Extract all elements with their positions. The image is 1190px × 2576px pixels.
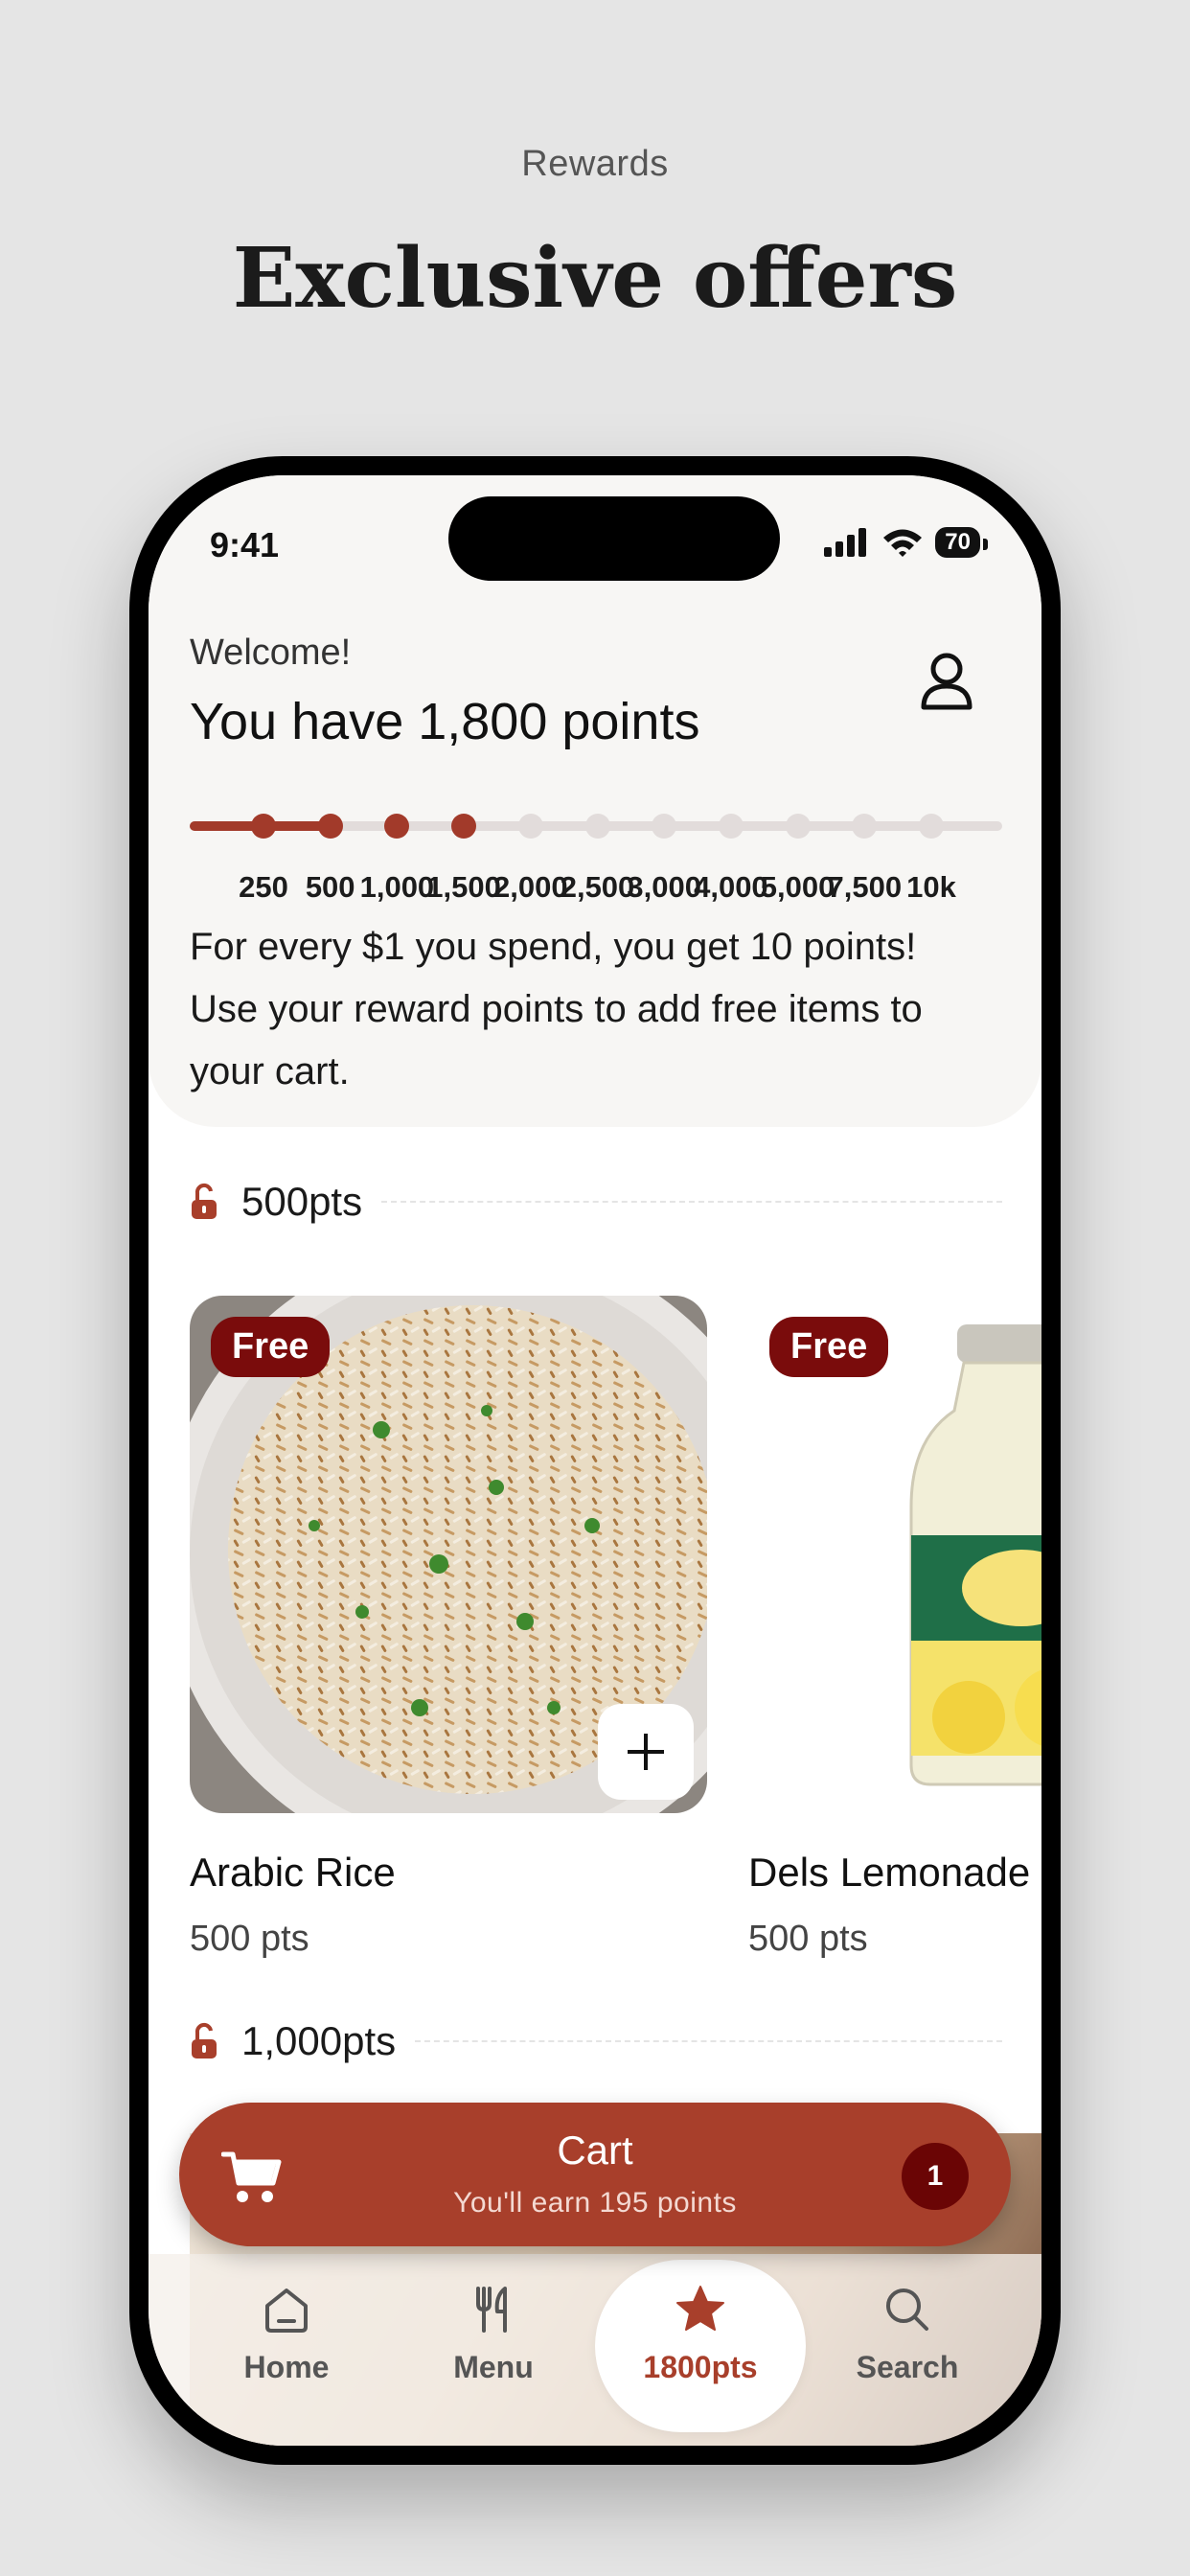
milestone-label: 2,000 <box>493 870 568 904</box>
tier-divider <box>381 1201 1002 1203</box>
tab-home[interactable]: Home <box>183 2254 390 2385</box>
tab-search[interactable]: Search <box>804 2254 1011 2385</box>
milestone-dot <box>317 814 343 839</box>
page-eyebrow: Rewards <box>521 144 669 184</box>
tier-header-1000: 1,000pts <box>190 2012 1002 2070</box>
tier-header-500: 500pts <box>190 1173 1002 1230</box>
cart-count-badge: 1 <box>902 2143 969 2210</box>
status-icons: 70 <box>824 527 988 558</box>
fork-knife-icon <box>476 2287 507 2333</box>
product-price: 500 pts <box>748 1919 868 1959</box>
profile-icon[interactable] <box>918 650 975 711</box>
signal-icon <box>824 528 867 557</box>
cart-button[interactable]: Cart You'll earn 195 points 1 <box>179 2103 1011 2246</box>
tab-label: Home <box>243 2350 330 2384</box>
tier-divider <box>415 2040 1002 2042</box>
product-card-dels-lemonade[interactable]: Free Dels Lemonade 500 pts <box>748 1296 1041 1960</box>
product-card-arabic-rice[interactable]: Free Arabic Rice 500 pts <box>190 1296 707 1960</box>
product-name: Arabic Rice <box>190 1850 396 1895</box>
free-badge: Free <box>211 1317 331 1377</box>
tab-label: 1800pts <box>643 2350 758 2384</box>
milestone-dot <box>718 814 744 839</box>
wifi-icon <box>883 529 923 557</box>
unlock-icon <box>192 2022 217 2058</box>
tab-menu[interactable]: Menu <box>390 2254 597 2385</box>
milestone-label: 500 <box>305 870 355 904</box>
tab-rewards[interactable]: 1800pts <box>597 2254 804 2385</box>
bottom-tab-bar: Home Menu 1800pts Search <box>149 2254 1041 2446</box>
product-name: Dels Lemonade <box>748 1850 1031 1895</box>
dynamic-island <box>448 496 780 581</box>
tab-label: Menu <box>453 2350 534 2384</box>
milestone-label: 4,000 <box>694 870 768 904</box>
search-icon <box>886 2288 928 2331</box>
points-balance: You have 1,800 points <box>190 693 700 750</box>
tier-label: 1,000pts <box>241 2018 397 2063</box>
add-to-cart-button[interactable] <box>598 1704 694 1800</box>
milestone-label: 2,500 <box>560 870 635 904</box>
milestone-dot <box>852 814 878 839</box>
milestone-label: 250 <box>239 870 288 904</box>
milestone-dot <box>251 814 276 839</box>
home-icon <box>265 2288 308 2333</box>
milestone-dot <box>919 814 944 839</box>
milestone-label: 7,500 <box>827 870 903 904</box>
points-progress: 250 500 1,000 1,500 2,000 2,500 3,000 4,000 5,00… <box>190 801 1002 904</box>
milestone-label: 1,500 <box>426 870 501 904</box>
milestone-dot <box>451 814 477 839</box>
welcome-text: Welcome! <box>190 632 352 673</box>
free-badge: Free <box>769 1317 889 1377</box>
phone-screen: Welcome! You have 1,800 points 250 500 1,0… <box>149 475 1041 2446</box>
tab-label: Search <box>856 2350 959 2384</box>
milestone-label: 10k <box>906 870 956 904</box>
battery-indicator: 70 <box>935 527 988 558</box>
cart-earn-text: You'll earn 195 points <box>453 2187 737 2219</box>
milestone-dot <box>517 814 543 839</box>
milestone-dot <box>584 814 610 839</box>
tier-label: 500pts <box>241 1179 363 1224</box>
product-price: 500 pts <box>190 1919 309 1959</box>
rewards-info: For every $1 you spend, you get 10 point… <box>190 926 923 1092</box>
product-image[interactable]: Free <box>748 1296 1041 1813</box>
milestone-dot <box>384 814 410 839</box>
status-time: 9:41 <box>210 525 280 564</box>
plus-icon <box>628 1734 664 1770</box>
milestone-label: 3,000 <box>627 870 701 904</box>
milestone-label: 5,000 <box>760 870 835 904</box>
milestone-dot <box>652 814 677 839</box>
cart-title: Cart <box>557 2128 633 2173</box>
page-title: Exclusive offers <box>232 230 958 327</box>
phone-frame: Welcome! You have 1,800 points 250 500 1,0… <box>129 456 1061 2465</box>
unlock-icon <box>192 1183 217 1219</box>
milestone-label: 1,000 <box>359 870 435 904</box>
milestone-dot <box>785 814 811 839</box>
star-icon <box>676 2286 724 2331</box>
product-image[interactable]: Free <box>190 1296 707 1813</box>
